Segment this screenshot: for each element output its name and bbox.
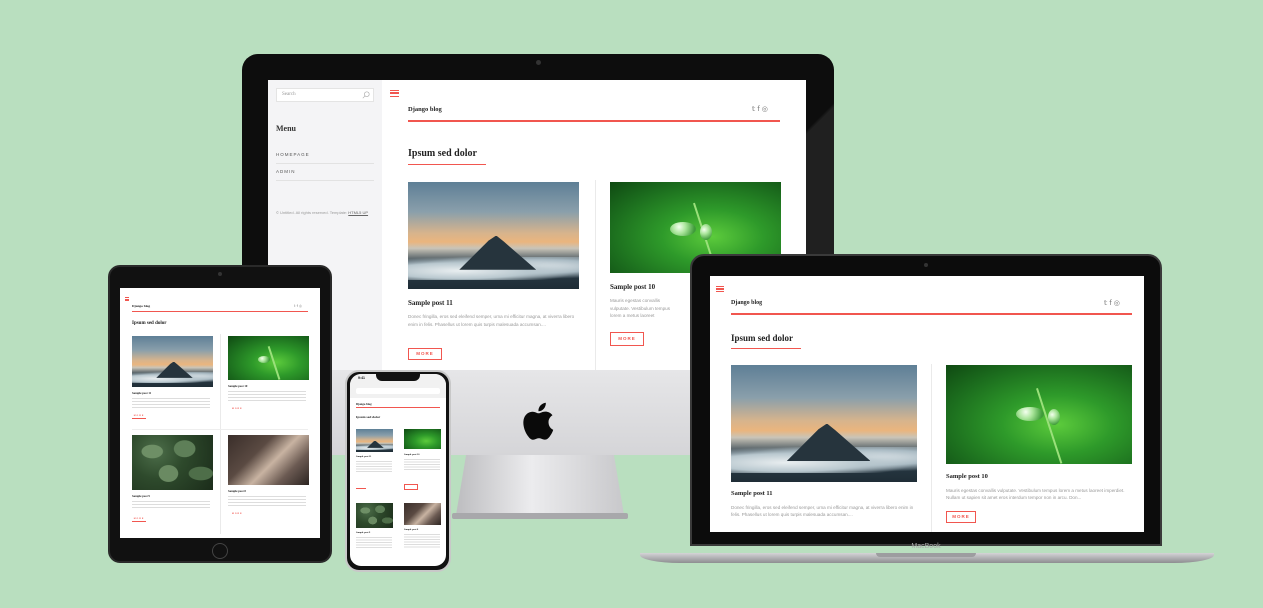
post-title[interactable]: Sample post 10: [946, 473, 988, 480]
more-button[interactable]: MORE: [610, 332, 644, 346]
more-button[interactable]: MORE: [132, 415, 146, 419]
nav-item-admin[interactable]: ADMIN: [276, 169, 296, 174]
post-image-leaves[interactable]: [356, 503, 393, 528]
site-title[interactable]: Django blog: [132, 304, 150, 308]
hamburger-menu-icon[interactable]: [390, 90, 399, 97]
nav-divider: [276, 180, 374, 181]
post-divider: [220, 334, 221, 534]
post-excerpt-lines: [356, 461, 392, 473]
search-icon[interactable]: [362, 91, 370, 99]
post-title[interactable]: Sample post 10: [404, 453, 419, 456]
heading-underline: [408, 164, 486, 165]
header-underline: [132, 311, 308, 312]
more-button[interactable]: [356, 488, 366, 489]
post-excerpt: Donec fringilla, eros sed eleifend sempe…: [408, 314, 575, 327]
social-icons: 𝕥f◎: [1104, 299, 1122, 307]
post-excerpt-lines: [228, 391, 306, 401]
more-button[interactable]: MORE: [408, 348, 442, 360]
post-image-leaves[interactable]: [132, 435, 213, 490]
social-icons: 𝕥f◎: [752, 105, 770, 113]
post-title[interactable]: Sample post 11: [132, 391, 151, 395]
post-image-hands[interactable]: [404, 503, 441, 525]
post-title[interactable]: Sample post 9: [356, 531, 370, 534]
macbook-screen: Django blog 𝕥f◎ Ipsum sed dolor Sample p…: [710, 276, 1144, 532]
post-excerpt: Donec fringilla, eros sed eleifend sempe…: [731, 505, 914, 517]
status-time: 9:41: [358, 376, 366, 380]
section-heading: Ipsum sed dolor: [408, 148, 477, 159]
post-divider: [595, 180, 596, 370]
post-excerpt-lines: [132, 398, 210, 408]
post-title[interactable]: Sample post 11: [731, 490, 773, 497]
nav-divider: [276, 163, 374, 164]
post-title[interactable]: Sample post 11: [408, 299, 453, 307]
social-icons: 𝕥f◎: [294, 304, 303, 308]
post-excerpt: Mauris egestas convallis vulputate. Vest…: [610, 298, 670, 321]
post-divider: [931, 364, 932, 532]
post-title[interactable]: Sample post 9: [132, 494, 150, 498]
post-image-droplet[interactable]: [946, 365, 1132, 464]
post-image-mountain[interactable]: [408, 182, 579, 289]
post-image-mountain[interactable]: [132, 336, 213, 387]
header-underline: [356, 407, 440, 408]
row-divider: [132, 429, 308, 430]
section-heading: Ipsum sed dolor: [356, 415, 381, 419]
instagram-icon[interactable]: ◎: [1114, 299, 1122, 307]
post-image-hands[interactable]: [228, 435, 309, 485]
address-bar[interactable]: [356, 388, 440, 394]
hamburger-menu-icon[interactable]: [125, 297, 129, 301]
site-title[interactable]: Django blog: [731, 300, 762, 306]
hamburger-menu-icon[interactable]: [716, 286, 724, 292]
post-excerpt-lines: [228, 496, 306, 506]
menu-title: Menu: [276, 124, 296, 133]
macbook-label: MacBook: [911, 543, 941, 550]
search-placeholder: Search: [282, 92, 296, 97]
more-button[interactable]: [404, 484, 418, 490]
instagram-icon[interactable]: ◎: [762, 105, 770, 113]
heading-underline: [731, 348, 801, 349]
post-excerpt-lines: [132, 501, 210, 508]
search-input[interactable]: Search: [276, 88, 374, 102]
iphone-notch: [376, 374, 420, 381]
more-button[interactable]: MORE: [946, 511, 976, 523]
more-button[interactable]: MORE: [232, 408, 242, 412]
site-title[interactable]: Django blog: [408, 106, 442, 113]
more-button[interactable]: MORE: [132, 518, 146, 522]
post-title[interactable]: Sample post 10: [228, 384, 247, 388]
post-excerpt: Mauris egestas convallis vulputate. Vest…: [946, 488, 1125, 500]
post-image-droplet[interactable]: [228, 336, 309, 380]
post-image-droplet[interactable]: [404, 429, 441, 449]
ipad-screen: Django blog 𝕥f◎ Ipsum sed dolor Sample p…: [120, 288, 320, 538]
apple-logo-icon: [523, 402, 554, 440]
footer-link[interactable]: HTML5 UP: [348, 210, 368, 215]
header-underline: [408, 120, 780, 122]
imac-stand: [456, 455, 624, 515]
sidebar-footer: © Untitled. All rights reserved. Templat…: [276, 210, 374, 216]
footer-text: © Untitled. All rights reserved. Templat…: [276, 210, 348, 215]
more-button[interactable]: MORE: [232, 513, 242, 517]
section-heading: Ipsum sed dolor: [132, 321, 167, 326]
section-heading: Ipsum sed dolor: [731, 333, 794, 343]
macbook-camera: [924, 263, 928, 267]
post-excerpt-lines: [404, 534, 440, 548]
imac-foot: [452, 513, 628, 519]
ipad-home-button[interactable]: [212, 543, 228, 559]
imac-camera: [536, 60, 541, 65]
post-title[interactable]: Sample post 11: [356, 455, 371, 458]
post-title[interactable]: Sample post 10: [610, 283, 655, 291]
site-title[interactable]: Django blog: [356, 402, 372, 406]
instagram-icon[interactable]: ◎: [299, 304, 303, 308]
nav-item-homepage[interactable]: HOMEPAGE: [276, 152, 310, 157]
macbook-notch: [876, 553, 976, 557]
header-underline: [731, 313, 1132, 315]
post-excerpt-lines: [404, 459, 440, 471]
ipad-camera: [218, 272, 222, 276]
post-image-mountain[interactable]: [356, 429, 393, 452]
post-excerpt-lines: [356, 537, 392, 549]
iphone-screen: 9:41 9:41 Django blog Ipsum sed dolor Sa…: [350, 374, 446, 566]
post-title[interactable]: Sample post 8: [404, 528, 418, 531]
post-image-mountain[interactable]: [731, 365, 917, 482]
post-title[interactable]: Sample post 8: [228, 489, 246, 493]
